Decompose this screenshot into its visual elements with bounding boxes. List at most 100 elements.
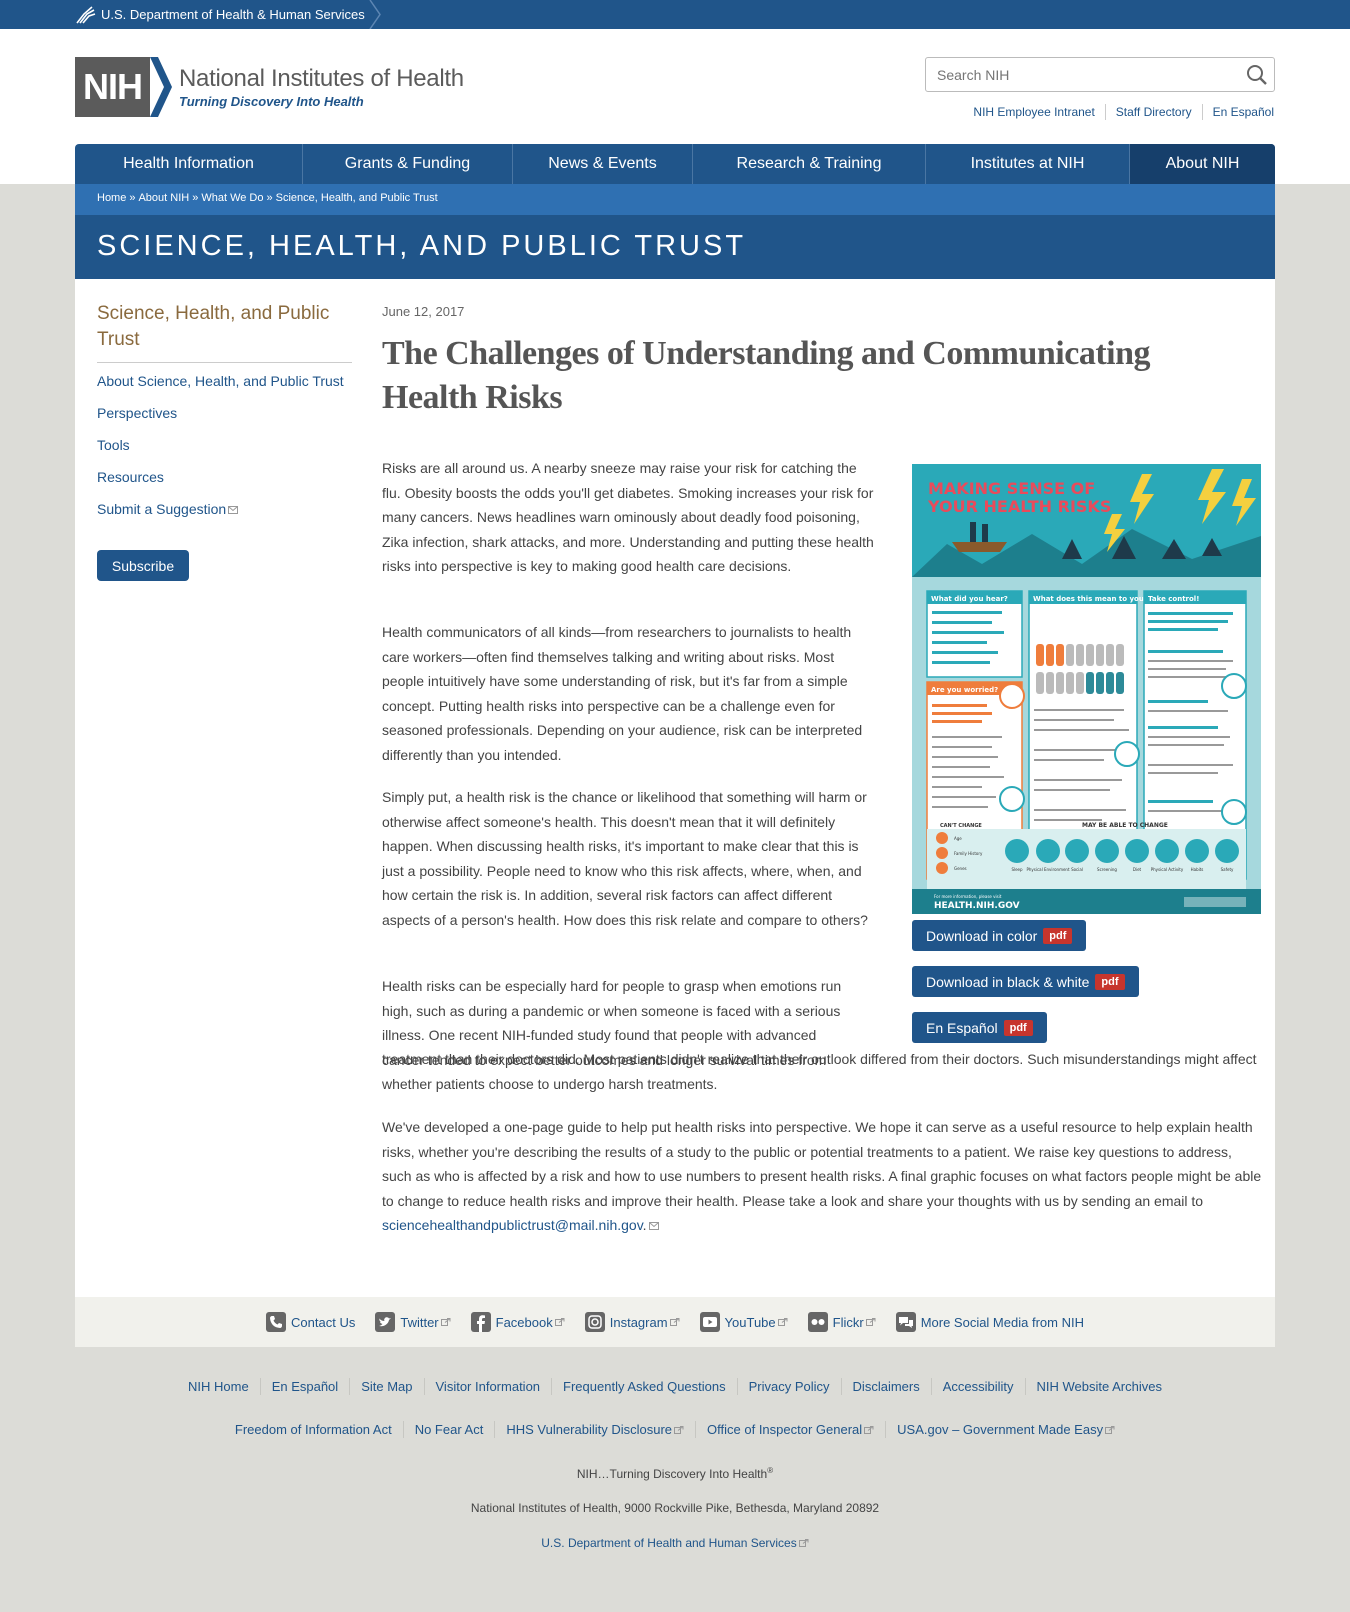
social-bar: Contact Us Twitter Facebook Instagram Yo…	[75, 1297, 1275, 1347]
social-contact-us[interactable]: Contact Us	[266, 1312, 355, 1332]
sidebar-item-resources[interactable]: Resources	[97, 468, 352, 486]
footer-foia[interactable]: Freedom of Information Act	[224, 1421, 403, 1438]
social-facebook[interactable]: Facebook	[470, 1312, 565, 1332]
nav-grants-funding[interactable]: Grants & Funding	[303, 144, 513, 184]
external-link-icon	[440, 1318, 451, 1326]
email-icon	[648, 1222, 659, 1231]
registered-mark: ®	[767, 1466, 774, 1475]
subscribe-button[interactable]: Subscribe	[97, 550, 189, 581]
breadcrumb-about-nih[interactable]: About NIH	[138, 192, 189, 204]
email-link[interactable]: sciencehealthandpublictrust@mail.nih.gov	[382, 1217, 643, 1233]
social-instagram[interactable]: Instagram	[584, 1312, 680, 1332]
infographic-may-social: Social	[1071, 867, 1083, 872]
sidebar-item-perspectives[interactable]: Perspectives	[97, 404, 352, 422]
infographic-col1-title: What did you hear?	[931, 595, 1008, 603]
footer-privacy[interactable]: Privacy Policy	[736, 1378, 841, 1395]
main-nav: Health Information Grants & Funding News…	[75, 144, 1275, 184]
section-title: SCIENCE, HEALTH, AND PUBLIC TRUST	[97, 230, 747, 262]
infographic-may-safety: Safety	[1221, 867, 1234, 872]
email-icon	[228, 506, 239, 514]
util-link-intranet[interactable]: NIH Employee Intranet	[963, 104, 1104, 120]
paragraph-5-text: We've developed a one-page guide to help…	[382, 1119, 1262, 1209]
paragraph-5-end: .	[642, 1217, 647, 1234]
sidebar-item-about[interactable]: About Science, Health, and Public Trust	[97, 372, 352, 390]
breadcrumb-separator: »	[129, 192, 136, 204]
footer-usagov[interactable]: USA.gov – Government Made Easy	[885, 1421, 1126, 1438]
nih-logo[interactable]: NIH National Institutes of Health Turnin…	[75, 57, 464, 117]
youtube-icon	[699, 1312, 720, 1332]
sidebar-item-label: Submit a Suggestion	[97, 501, 227, 517]
download-color-button[interactable]: Download in color pdf	[912, 920, 1087, 951]
chevron-right-icon	[369, 0, 381, 29]
nav-about-nih[interactable]: About NIH	[1130, 144, 1275, 184]
footer-nih-home[interactable]: NIH Home	[177, 1378, 260, 1395]
external-link-icon	[674, 1426, 684, 1434]
footer-tagline-text: NIH…Turning Discovery Into Health	[576, 1467, 768, 1481]
footer-site-map[interactable]: Site Map	[349, 1378, 423, 1395]
social-youtube[interactable]: YouTube	[699, 1312, 788, 1332]
infographic-may-screening: Screening	[1097, 867, 1117, 872]
download-espanol-button[interactable]: En Español pdf	[912, 1012, 1047, 1043]
logo-tagline: Turning Discovery Into Health	[179, 94, 364, 109]
page-title: The Challenges of Understanding and Comm…	[382, 335, 1151, 416]
nav-health-information[interactable]: Health Information	[75, 144, 303, 184]
paragraph-2: Health communicators of all kinds—from r…	[382, 624, 863, 763]
footer-link-label: USA.gov – Government Made Easy	[897, 1422, 1104, 1437]
nih-logo-arrow-icon	[150, 57, 172, 117]
infographic-cant-age: Age	[954, 836, 962, 841]
footer-link-label: U.S. Department of Health and Human Serv…	[541, 1536, 797, 1550]
footer-vulnerability[interactable]: HHS Vulnerability Disclosure	[494, 1421, 695, 1438]
download-bw-button[interactable]: Download in black & white pdf	[912, 966, 1139, 997]
breadcrumb-home[interactable]: Home	[97, 192, 126, 204]
nav-institutes[interactable]: Institutes at NIH	[926, 144, 1130, 184]
infographic-may-activity: Physical Activity	[1151, 867, 1184, 872]
social-twitter[interactable]: Twitter	[375, 1312, 451, 1332]
pdf-badge: pdf	[1043, 927, 1073, 944]
search-icon[interactable]	[1246, 64, 1268, 86]
infographic-col3-title: Take control!	[1148, 595, 1199, 603]
infographic-image[interactable]: MAKING SENSE OF YOUR HEALTH RISKS What d…	[912, 464, 1261, 914]
external-link-icon	[865, 1318, 876, 1326]
paragraph-4b: treatment than their doctors did. Most p…	[382, 1051, 1257, 1092]
external-link-icon	[669, 1318, 680, 1326]
social-more-media[interactable]: More Social Media from NIH	[895, 1312, 1084, 1332]
nav-news-events[interactable]: News & Events	[513, 144, 693, 184]
external-link-icon	[777, 1318, 788, 1326]
social-label: YouTube	[724, 1314, 776, 1330]
breadcrumb-what-we-do[interactable]: What We Do	[201, 192, 263, 204]
post-date: June 12, 2017	[382, 304, 465, 319]
external-link-icon	[1105, 1426, 1115, 1434]
infographic-may-sleep: Sleep	[1011, 867, 1023, 872]
infographic-footer-url: HEALTH.NIH.GOV	[934, 901, 1020, 911]
sidebar-item-submit-suggestion[interactable]: Submit a Suggestion	[97, 500, 352, 518]
footer-oig[interactable]: Office of Inspector General	[695, 1421, 885, 1438]
footer-accessibility[interactable]: Accessibility	[930, 1378, 1025, 1395]
infographic-may-diet: Diet	[1133, 867, 1142, 872]
footer-espanol[interactable]: En Español	[259, 1378, 350, 1395]
sidebar-item-tools[interactable]: Tools	[97, 436, 352, 454]
util-link-espanol[interactable]: En Español	[1201, 104, 1274, 120]
nav-research-training[interactable]: Research & Training	[693, 144, 926, 184]
infographic-footer-small: For more information, please visit	[934, 894, 1002, 899]
external-link-icon	[554, 1318, 565, 1326]
breadcrumb-current[interactable]: Science, Health, and Public Trust	[276, 192, 438, 204]
pdf-badge: pdf	[1003, 1019, 1033, 1036]
footer-no-fear[interactable]: No Fear Act	[402, 1421, 495, 1438]
search-input[interactable]	[937, 65, 1227, 85]
breadcrumb-separator: »	[266, 192, 273, 204]
footer-visitor-info[interactable]: Visitor Information	[423, 1378, 552, 1395]
social-flickr[interactable]: Flickr	[807, 1312, 876, 1332]
search-box	[925, 57, 1275, 92]
hhs-link[interactable]: U.S. Department of Health & Human Servic…	[74, 0, 365, 29]
footer-disclaimers[interactable]: Disclaimers	[840, 1378, 931, 1395]
social-label: Contact Us	[291, 1314, 356, 1330]
flickr-icon	[807, 1312, 828, 1332]
footer-hhs-link[interactable]: U.S. Department of Health and Human Serv…	[541, 1536, 809, 1550]
social-label: Twitter	[400, 1314, 439, 1330]
nih-logo-mark: NIH	[75, 57, 150, 117]
external-link-icon	[864, 1426, 874, 1434]
footer-faq[interactable]: Frequently Asked Questions	[551, 1378, 737, 1395]
footer-archives[interactable]: NIH Website Archives	[1024, 1378, 1173, 1395]
util-link-staff-directory[interactable]: Staff Directory	[1104, 104, 1202, 120]
hhs-eagle-icon	[76, 5, 96, 24]
